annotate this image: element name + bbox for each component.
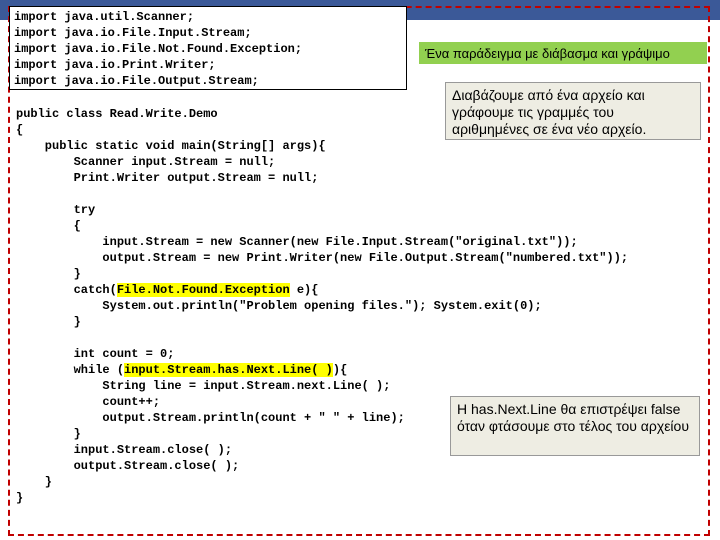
- code-text-3: ){ String line = input.Stream.next.Line(…: [16, 363, 405, 505]
- example-title-text: Ένα παράδειγμα με διάβασμα και γράψιμο: [425, 46, 670, 61]
- description-text: Διαβάζουμε από ένα αρχείο και γράφουμε τ…: [452, 87, 646, 137]
- example-title-box: Ένα παράδειγμα με διάβασμα και γράψιμο: [419, 42, 707, 64]
- description-box: Διαβάζουμε από ένα αρχείο και γράφουμε τ…: [445, 82, 701, 140]
- note-box: H has.Next.Line θα επιστρέψει false όταν…: [450, 396, 700, 456]
- code-highlight-2: input.Stream.has.Next.Line( ): [124, 363, 333, 377]
- note-text: H has.Next.Line θα επιστρέψει false όταν…: [457, 401, 689, 434]
- imports-box: import java.util.Scanner; import java.io…: [9, 6, 407, 90]
- code-highlight-1: File.Not.Found.Exception: [117, 283, 290, 297]
